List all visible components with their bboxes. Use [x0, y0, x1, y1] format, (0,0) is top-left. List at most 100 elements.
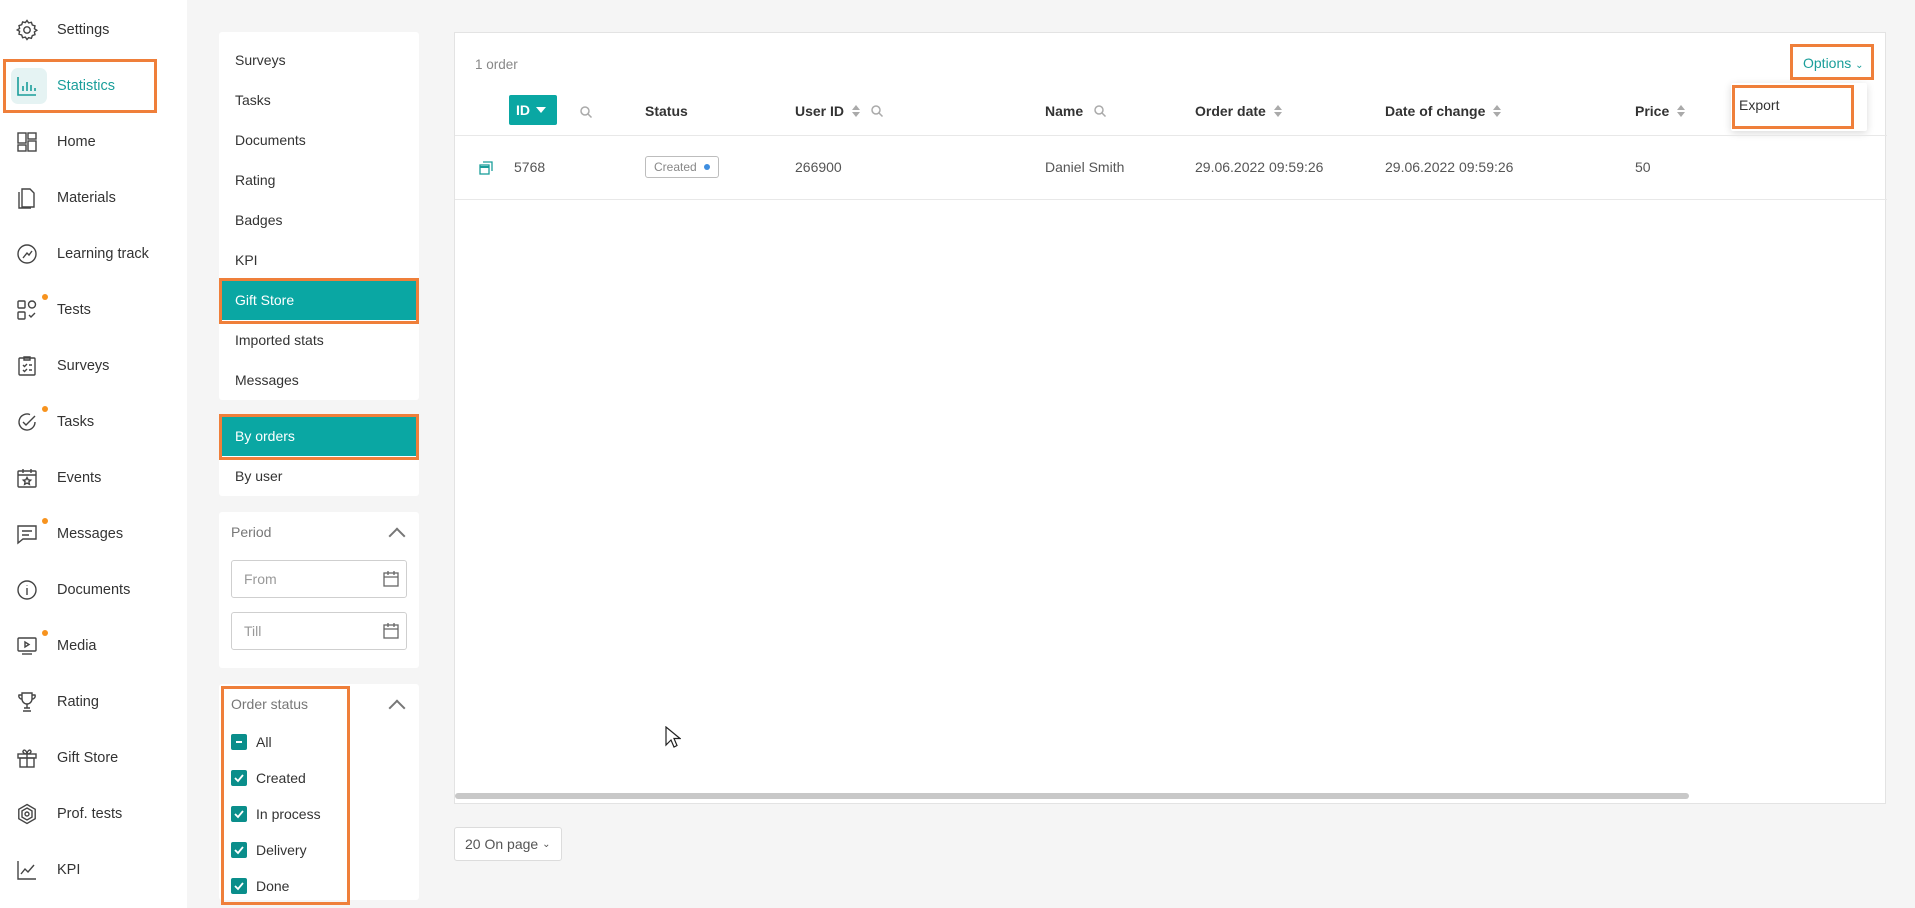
- nav-prof-tests[interactable]: Prof. tests: [0, 794, 187, 834]
- nav-label: Messages: [57, 526, 124, 542]
- status-option-done[interactable]: Done: [231, 874, 289, 898]
- check-circle-icon: [14, 410, 40, 434]
- column-id-sort-button[interactable]: ID: [509, 95, 557, 125]
- checkbox-checked[interactable]: [231, 770, 247, 786]
- export-menu-item[interactable]: Export: [1739, 97, 1779, 113]
- nav-media[interactable]: Media: [0, 626, 187, 666]
- column-name[interactable]: Name: [1045, 103, 1107, 119]
- nav-settings[interactable]: Settings: [0, 10, 187, 50]
- media-icon: [14, 634, 40, 658]
- column-id-label: ID: [516, 102, 530, 118]
- status-option-created[interactable]: Created: [231, 766, 306, 790]
- chevron-up-icon[interactable]: [388, 527, 406, 545]
- checkbox-indeterminate[interactable]: [231, 734, 247, 750]
- view-panel: By orders By user: [219, 414, 419, 496]
- search-icon[interactable]: [870, 104, 884, 118]
- nav-gift-store[interactable]: Gift Store: [0, 738, 187, 778]
- status-badge: Created: [645, 156, 719, 178]
- cell-id: 5768: [514, 159, 546, 175]
- header-divider: [455, 135, 1887, 136]
- section-messages[interactable]: Messages: [219, 360, 419, 400]
- nav-tasks[interactable]: Tasks: [0, 402, 187, 442]
- section-surveys[interactable]: Surveys: [219, 40, 419, 80]
- nav-materials[interactable]: Materials: [0, 178, 187, 218]
- notification-dot: [42, 630, 48, 636]
- view-by-orders[interactable]: By orders: [219, 416, 419, 456]
- calendar-icon[interactable]: [382, 570, 400, 588]
- cell-name: Daniel Smith: [1045, 159, 1125, 175]
- checkbox-checked[interactable]: [231, 842, 247, 858]
- nav-label: Statistics: [57, 78, 116, 94]
- status-option-all[interactable]: All: [231, 730, 272, 754]
- checkbox-checked[interactable]: [231, 806, 247, 822]
- nav-learning-track[interactable]: Learning track: [0, 234, 187, 274]
- nav-events[interactable]: Events: [0, 458, 187, 498]
- period-from-input[interactable]: From: [231, 560, 407, 598]
- nav-label: Events: [57, 470, 102, 486]
- nav-label: KPI: [57, 862, 81, 878]
- row-divider: [455, 199, 1887, 200]
- nav-label: Home: [57, 134, 96, 150]
- options-dropdown: Export: [1731, 83, 1867, 131]
- open-window-icon[interactable]: [479, 161, 493, 175]
- search-icon[interactable]: [579, 105, 593, 119]
- column-label: Date of change: [1385, 103, 1486, 119]
- cell-price: 50: [1635, 159, 1651, 175]
- trophy-icon: [14, 690, 40, 714]
- section-badges[interactable]: Badges: [219, 200, 419, 240]
- nav-rating[interactable]: Rating: [0, 682, 187, 722]
- sort-icon[interactable]: [1273, 104, 1282, 118]
- section-documents[interactable]: Documents: [219, 120, 419, 160]
- status-option-in-process[interactable]: In process: [231, 802, 321, 826]
- checkbox-checked[interactable]: [231, 878, 247, 894]
- section-kpi[interactable]: KPI: [219, 240, 419, 280]
- options-button[interactable]: Options ⌄: [1803, 55, 1864, 71]
- sort-icon[interactable]: [1493, 104, 1502, 118]
- per-page-select[interactable]: 20 On page ⌄: [454, 827, 562, 861]
- column-order-date[interactable]: Order date: [1195, 103, 1282, 119]
- nav-label: Materials: [57, 190, 116, 206]
- clipboard-icon: [14, 354, 40, 378]
- nav-label: Tasks: [57, 414, 95, 430]
- nav-surveys[interactable]: Surveys: [0, 346, 187, 386]
- section-tasks[interactable]: Tasks: [219, 80, 419, 120]
- nav-label: Prof. tests: [57, 806, 123, 822]
- notification-dot: [42, 518, 48, 524]
- view-by-user[interactable]: By user: [219, 456, 419, 496]
- till-placeholder: Till: [244, 623, 262, 639]
- nav-documents[interactable]: Documents: [0, 570, 187, 610]
- period-panel: Period From Till: [219, 512, 419, 668]
- status-option-delivery[interactable]: Delivery: [231, 838, 307, 862]
- column-price[interactable]: Price: [1635, 103, 1686, 119]
- horizontal-scrollbar[interactable]: [455, 793, 1689, 799]
- option-label: All: [256, 734, 272, 750]
- period-till-input[interactable]: Till: [231, 612, 407, 650]
- cell-user-id: 266900: [795, 159, 842, 175]
- nav-messages[interactable]: Messages: [0, 514, 187, 554]
- bar-chart-icon: [14, 74, 40, 98]
- chevron-down-icon: ⌄: [1855, 60, 1864, 71]
- search-icon[interactable]: [1093, 104, 1107, 118]
- nav-label: Rating: [57, 694, 99, 710]
- nav-home[interactable]: Home: [0, 122, 187, 162]
- sort-icon[interactable]: [1677, 104, 1686, 118]
- column-status[interactable]: Status: [645, 103, 688, 119]
- option-label: Delivery: [256, 842, 307, 858]
- caret-down-icon: [536, 107, 546, 113]
- chevron-up-icon[interactable]: [388, 699, 406, 717]
- nav-kpi[interactable]: KPI: [0, 850, 187, 890]
- section-imported-stats[interactable]: Imported stats: [219, 320, 419, 360]
- nav-statistics[interactable]: Statistics: [0, 66, 187, 106]
- status-dot: [703, 164, 710, 170]
- nav-tests[interactable]: Tests: [0, 290, 187, 330]
- section-gift-store[interactable]: Gift Store: [219, 280, 419, 320]
- column-date-of-change[interactable]: Date of change: [1385, 103, 1502, 119]
- section-rating[interactable]: Rating: [219, 160, 419, 200]
- gear-icon: [14, 18, 40, 42]
- per-page-label: 20 On page: [465, 836, 539, 852]
- dashboard-icon: [14, 130, 40, 154]
- sort-icon[interactable]: [852, 104, 861, 118]
- column-user-id[interactable]: User ID: [795, 103, 884, 119]
- nav-label: Documents: [57, 582, 131, 598]
- calendar-icon[interactable]: [382, 622, 400, 640]
